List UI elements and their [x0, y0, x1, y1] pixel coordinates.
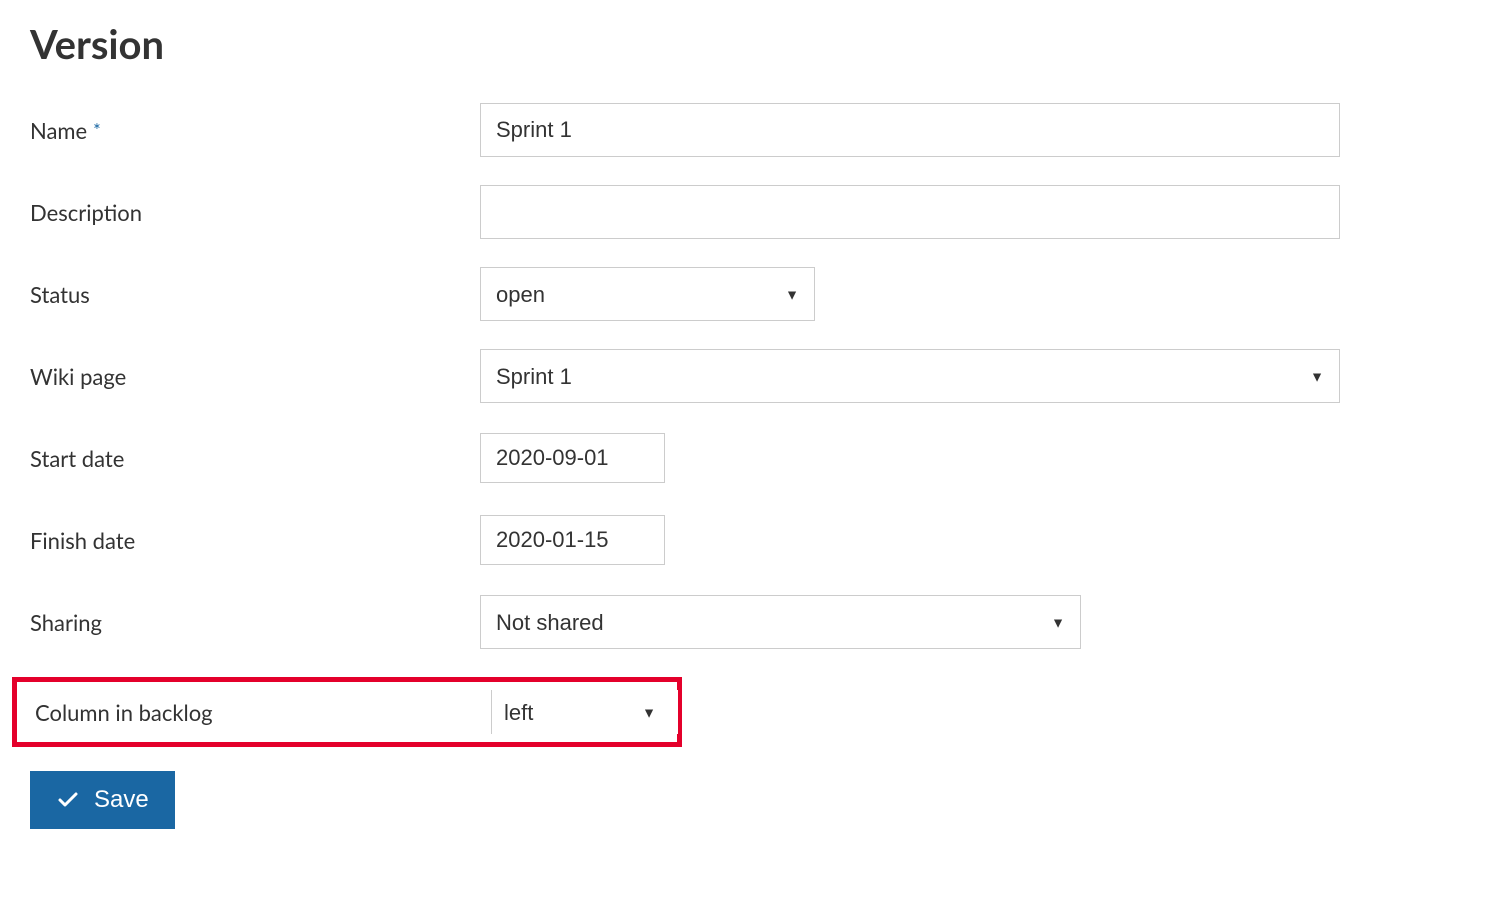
row-wiki-page: Wiki page Sprint 1 ▼: [30, 349, 1470, 403]
label-column-in-backlog: Column in backlog: [35, 699, 491, 726]
start-date-input[interactable]: [480, 433, 665, 483]
status-select[interactable]: open: [480, 267, 815, 321]
label-name: Name*: [30, 117, 480, 144]
check-icon: [56, 788, 80, 812]
sharing-select[interactable]: Not shared: [480, 595, 1081, 649]
label-start-date: Start date: [30, 445, 480, 472]
row-start-date: Start date: [30, 431, 1470, 485]
highlight-column-in-backlog: Column in backlog left ▼: [12, 677, 682, 747]
save-button[interactable]: Save: [30, 771, 175, 829]
row-status: Status open ▼: [30, 267, 1470, 321]
row-name: Name*: [30, 103, 1470, 157]
label-sharing: Sharing: [30, 609, 480, 636]
label-description: Description: [30, 199, 480, 226]
column-in-backlog-select[interactable]: left: [491, 690, 678, 734]
label-wiki-page: Wiki page: [30, 363, 480, 390]
required-mark: *: [93, 119, 101, 141]
description-input[interactable]: [480, 185, 1340, 239]
wiki-page-select[interactable]: Sprint 1: [480, 349, 1340, 403]
row-sharing: Sharing Not shared ▼: [30, 595, 1470, 649]
finish-date-input[interactable]: [480, 515, 665, 565]
save-button-label: Save: [94, 786, 149, 814]
label-status: Status: [30, 281, 480, 308]
row-description: Description: [30, 185, 1470, 239]
name-input[interactable]: [480, 103, 1340, 157]
row-finish-date: Finish date: [30, 513, 1470, 567]
label-finish-date: Finish date: [30, 527, 480, 554]
row-column-in-backlog: Column in backlog left ▼: [35, 690, 677, 734]
page-title: Version: [30, 20, 1470, 68]
